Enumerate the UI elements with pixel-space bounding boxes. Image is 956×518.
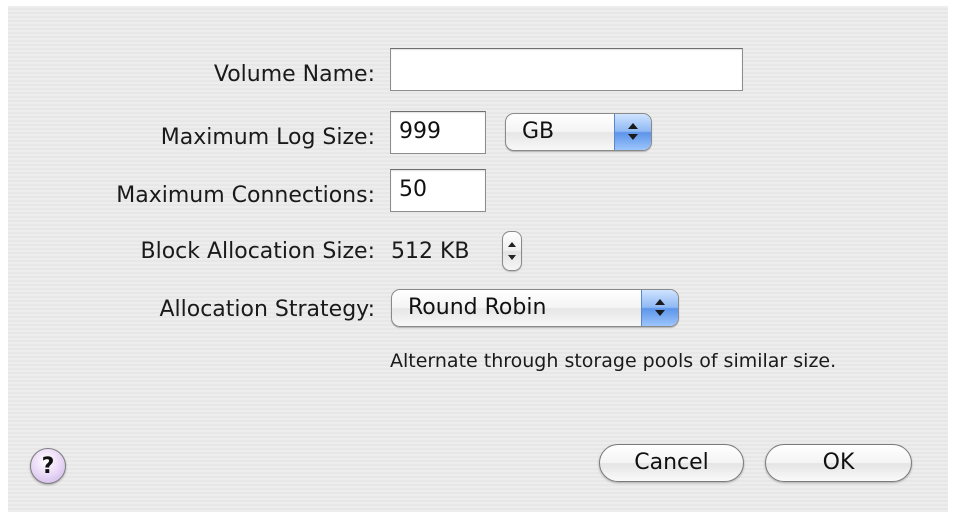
block-allocation-value: 512 KB bbox=[391, 239, 470, 264]
volume-name-label: Volume Name: bbox=[213, 62, 375, 87]
max-connections-field[interactable]: 50 bbox=[390, 169, 486, 212]
max-log-size-label: Maximum Log Size: bbox=[160, 125, 375, 150]
max-log-size-value: 999 bbox=[399, 119, 441, 144]
allocation-strategy-value: Round Robin bbox=[408, 295, 547, 320]
allocation-strategy-popup[interactable]: Round Robin bbox=[391, 289, 679, 327]
cancel-button[interactable]: Cancel bbox=[599, 444, 744, 482]
ok-button[interactable]: OK bbox=[765, 444, 912, 482]
log-size-unit-popup[interactable]: GB bbox=[505, 113, 652, 151]
block-allocation-label: Block Allocation Size: bbox=[140, 239, 375, 264]
stepper-up-arrow-icon[interactable] bbox=[503, 232, 521, 251]
log-size-unit-value: GB bbox=[522, 119, 555, 144]
allocation-strategy-label: Allocation Strategy: bbox=[159, 297, 375, 322]
up-down-arrows-icon bbox=[614, 114, 651, 150]
max-connections-value: 50 bbox=[399, 177, 427, 202]
help-button[interactable]: ? bbox=[30, 448, 66, 484]
block-allocation-stepper[interactable] bbox=[502, 231, 522, 271]
volume-name-field[interactable] bbox=[390, 48, 743, 91]
max-connections-label: Maximum Connections: bbox=[116, 183, 375, 208]
stepper-down-arrow-icon[interactable] bbox=[503, 251, 521, 270]
allocation-strategy-description: Alternate through storage pools of simil… bbox=[390, 350, 837, 372]
max-log-size-field[interactable]: 999 bbox=[390, 111, 486, 154]
volume-settings-dialog: Volume Name: Maximum Log Size: 999 GB Ma… bbox=[8, 6, 948, 512]
question-mark-icon: ? bbox=[41, 454, 55, 479]
up-down-arrows-icon bbox=[641, 290, 678, 326]
